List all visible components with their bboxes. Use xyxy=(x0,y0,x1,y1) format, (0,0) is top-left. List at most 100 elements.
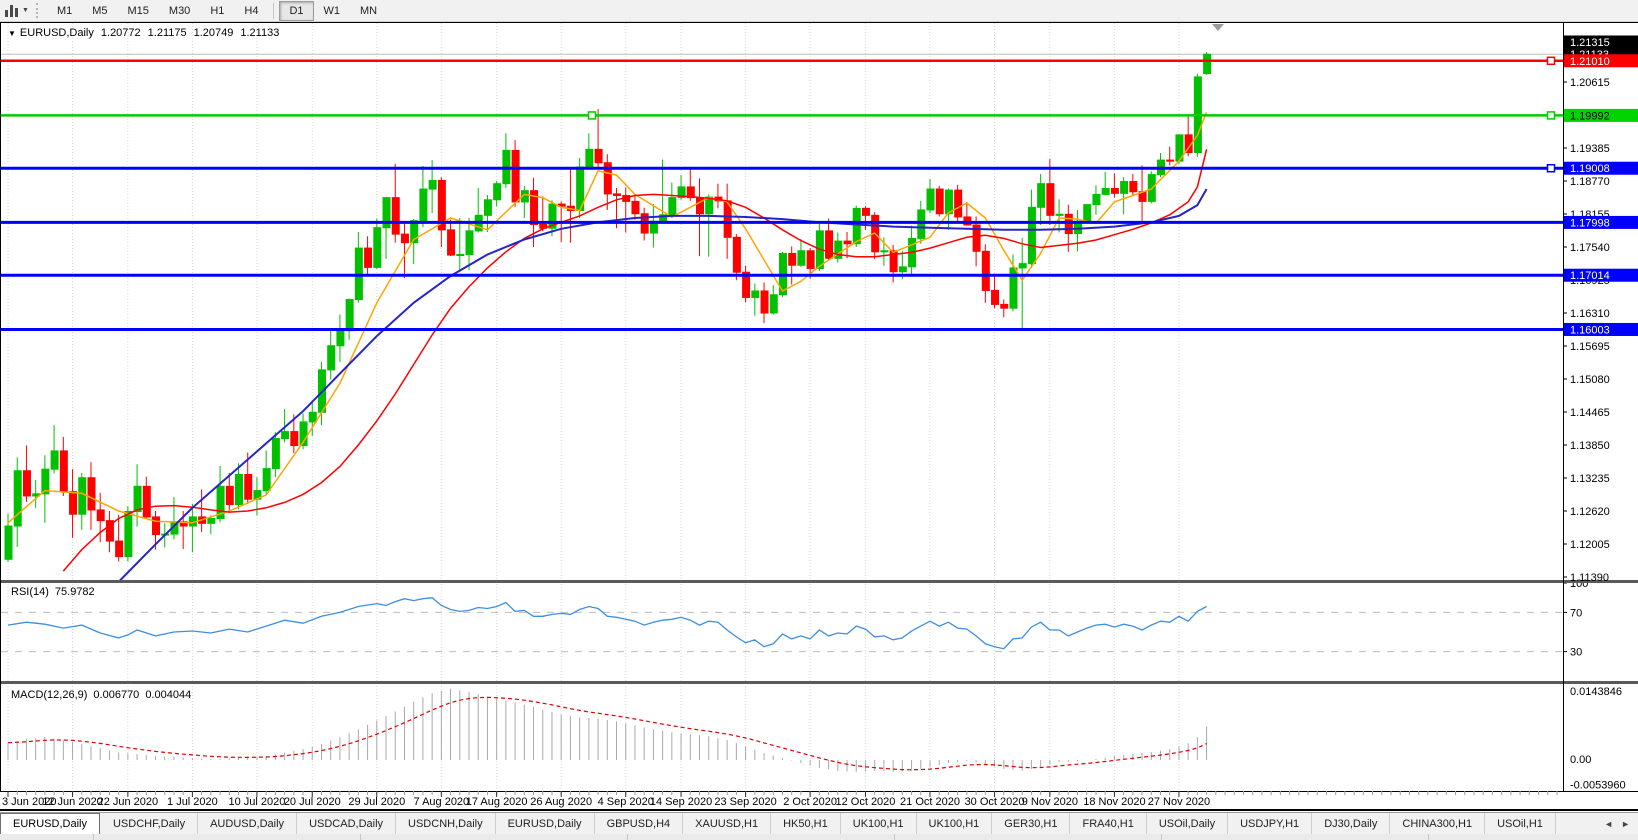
tab-usoil-daily[interactable]: USOil,Daily xyxy=(1147,813,1228,834)
tab-usoil-h1[interactable]: USOil,H1 xyxy=(1485,813,1556,834)
ohlc-low: 1.20749 xyxy=(194,27,234,39)
candle-body xyxy=(1102,189,1109,195)
candle-body xyxy=(807,251,814,269)
line-handle[interactable] xyxy=(1548,57,1555,64)
price-label-text: 1.17998 xyxy=(1570,217,1610,229)
tab-xauusd-h1[interactable]: XAUUSD,H1 xyxy=(683,813,771,834)
candle-body xyxy=(706,197,713,214)
price-axis-label: 1.16310 xyxy=(1570,308,1610,320)
tab-usdchf-daily[interactable]: USDCHF,Daily xyxy=(101,813,198,834)
candle-body xyxy=(153,517,160,535)
candle-body xyxy=(5,526,12,559)
pane-separator[interactable] xyxy=(0,580,1638,583)
candle-body xyxy=(346,300,353,331)
tab-audusd-daily[interactable]: AUDUSD,Daily xyxy=(198,813,297,834)
chart-canvas[interactable]: 10070300.01438460.00-0.00539603 Jun 2020… xyxy=(0,22,1638,812)
price-label-text: 1.17014 xyxy=(1570,270,1610,282)
tab-eurusd-daily[interactable]: EURUSD,Daily xyxy=(0,813,100,834)
candle-body xyxy=(272,439,279,469)
candle-body xyxy=(134,486,141,511)
candle-body xyxy=(614,194,621,196)
candle-body xyxy=(88,478,95,510)
ohlc-open: 1.20772 xyxy=(101,27,141,39)
time-axis-label: 7 Aug 2020 xyxy=(414,796,470,808)
price-label-text: 1.21010 xyxy=(1570,56,1610,68)
candle-body xyxy=(899,267,906,272)
collapse-icon[interactable]: ▼ xyxy=(8,29,16,38)
timeframe-button-h4[interactable]: H4 xyxy=(234,1,268,21)
candle-body xyxy=(844,241,851,244)
bar-chart-icon[interactable] xyxy=(5,4,18,17)
time-axis-label: 22 Jun 2020 xyxy=(98,796,159,808)
chart-tabs: EURUSD,DailyUSDCHF,DailyAUDUSD,DailyUSDC… xyxy=(0,812,1638,834)
candle-body xyxy=(632,201,639,213)
line-handle[interactable] xyxy=(589,112,596,119)
price-axis-label: 1.12005 xyxy=(1570,539,1610,551)
candle-body xyxy=(669,198,676,215)
scroll-left-icon[interactable]: ◄ xyxy=(1604,819,1613,829)
candle-body xyxy=(826,231,833,258)
time-axis-label: 2 Oct 2020 xyxy=(783,796,837,808)
candle-body xyxy=(291,432,298,446)
tab-eurusd-daily[interactable]: EURUSD,Daily xyxy=(496,813,595,834)
chevron-down-icon[interactable]: ▼ xyxy=(22,7,29,14)
macd-scale-label: 0.0143846 xyxy=(1570,686,1622,698)
toolbar-grip[interactable] xyxy=(36,3,40,18)
bottom-strip xyxy=(0,834,1638,840)
candle-body xyxy=(1001,304,1008,308)
price-label-text: 1.16003 xyxy=(1570,324,1610,336)
price-axis-label: 1.13850 xyxy=(1570,440,1610,452)
timeframe-button-m5[interactable]: M5 xyxy=(82,1,117,21)
candle-body xyxy=(14,471,21,526)
timeframe-button-mn[interactable]: MN xyxy=(350,1,387,21)
candle-body xyxy=(927,189,934,210)
timeframe-button-m15[interactable]: M15 xyxy=(118,1,159,21)
time-axis-label: 30 Oct 2020 xyxy=(965,796,1025,808)
toolbar: ▼ M1M5M15M30H1H4 D1W1MN xyxy=(0,0,1638,22)
candle-body xyxy=(1167,160,1174,161)
scroll-right-icon[interactable]: ► xyxy=(1621,819,1630,829)
candle-body xyxy=(484,200,491,216)
candle-body xyxy=(328,346,335,370)
price-axis-label: 1.17540 xyxy=(1570,242,1610,254)
candle-body xyxy=(208,519,215,524)
tab-uk100-h1[interactable]: UK100,H1 xyxy=(917,813,993,834)
tab-usdcad-daily[interactable]: USDCAD,Daily xyxy=(297,813,396,834)
candle-body xyxy=(23,471,30,496)
candle-body xyxy=(309,412,316,422)
candle-body xyxy=(1111,189,1118,194)
price-axis-label: 1.12620 xyxy=(1570,506,1610,518)
candle-body xyxy=(955,190,962,217)
tab-gbpusd-h4[interactable]: GBPUSD,H4 xyxy=(595,813,684,834)
tab-hk50-h1[interactable]: HK50,H1 xyxy=(771,813,841,834)
timeframe-button-m30[interactable]: M30 xyxy=(159,1,200,21)
tab-usdjpy-h1[interactable]: USDJPY,H1 xyxy=(1228,813,1312,834)
timeframe-button-d1[interactable]: D1 xyxy=(279,1,313,21)
pane-separator[interactable] xyxy=(0,681,1638,684)
candle-body xyxy=(1093,194,1100,204)
candle-body xyxy=(586,149,593,167)
tab-usdcnh-daily[interactable]: USDCNH,Daily xyxy=(396,813,496,834)
price-label-text: 1.19992 xyxy=(1570,110,1610,122)
tab-uk100-h1[interactable]: UK100,H1 xyxy=(841,813,917,834)
line-handle[interactable] xyxy=(1548,165,1555,172)
candle-body xyxy=(420,189,427,221)
tab-china300-h1[interactable]: CHINA300,H1 xyxy=(1390,813,1485,834)
candle-body xyxy=(770,295,777,313)
candle-body xyxy=(429,180,436,189)
tab-fra40-h1[interactable]: FRA40,H1 xyxy=(1070,813,1146,834)
candle-body xyxy=(1204,54,1211,73)
tab-dj30-daily[interactable]: DJ30,Daily xyxy=(1312,813,1390,834)
tab-ger30-h1[interactable]: GER30,H1 xyxy=(992,813,1070,834)
timeframe-button-m1[interactable]: M1 xyxy=(47,1,82,21)
candle-body xyxy=(79,478,86,514)
macd-signal-value: 0.004044 xyxy=(145,689,191,701)
candle-body xyxy=(853,208,860,243)
candle-body xyxy=(1121,182,1128,194)
timeframe-button-w1[interactable]: W1 xyxy=(314,1,351,21)
time-axis-label: 17 Aug 2020 xyxy=(466,796,528,808)
candle-body xyxy=(143,486,150,517)
timeframe-button-h1[interactable]: H1 xyxy=(200,1,234,21)
line-handle[interactable] xyxy=(1548,112,1555,119)
candle-body xyxy=(97,510,104,521)
